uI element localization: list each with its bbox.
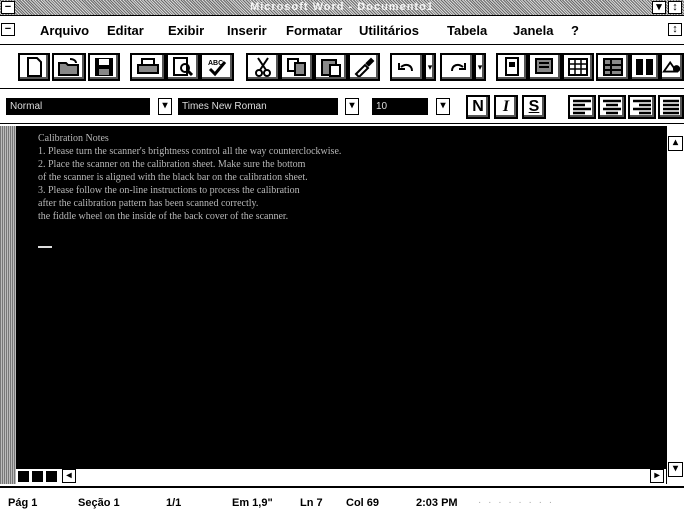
window-title: Microsoft Word - Documento1 <box>250 1 434 13</box>
normal-view-icon[interactable] <box>18 471 29 482</box>
status-bar: Pág 1 Seção 1 1/1 Em 1,9" Ln 7 Col 69 2:… <box>0 486 684 512</box>
paste-icon[interactable] <box>314 53 348 81</box>
insert-frame-icon[interactable] <box>496 53 528 81</box>
drawing-icon[interactable] <box>660 53 684 81</box>
menu-inserir[interactable]: Inserir <box>227 23 267 38</box>
font-size-dropdown-icon[interactable]: ▾ <box>436 98 450 115</box>
align-left-icon[interactable] <box>568 95 596 119</box>
end-of-document-marker <box>38 246 52 248</box>
menu-janela[interactable]: Janela <box>513 23 553 38</box>
outline-view-icon[interactable] <box>46 471 57 482</box>
insert-table-icon[interactable] <box>562 53 594 81</box>
document-area[interactable]: Calibration Notes 1. Please turn the sca… <box>16 126 666 468</box>
insert-excel-icon[interactable] <box>596 53 630 81</box>
status-time: 2:03 PM <box>416 497 458 509</box>
document-line: 1. Please turn the scanner's brightness … <box>38 146 342 157</box>
restore-icon[interactable]: ↕ <box>668 1 682 14</box>
status-column: Col 69 <box>346 497 380 509</box>
document-text: Calibration Notes 1. Please turn the sca… <box>38 132 341 223</box>
document-line: after the calibration pattern has been s… <box>38 198 259 209</box>
menu-formatar[interactable]: Formatar <box>286 23 342 38</box>
redo-dropdown-icon[interactable]: ▾ <box>474 53 486 81</box>
document-line: the fiddle wheel on the inside of the ba… <box>38 211 289 222</box>
copy-icon[interactable] <box>280 53 314 81</box>
redo-icon[interactable] <box>440 53 474 81</box>
document-restore-icon[interactable]: ↕ <box>668 23 682 36</box>
status-section: Seção 1 <box>78 497 120 509</box>
selection-margin <box>0 126 16 484</box>
menu-exibir[interactable]: Exibir <box>168 23 204 38</box>
document-line: 2. Place the scanner on the calibration … <box>38 159 306 170</box>
justify-icon[interactable] <box>658 95 684 119</box>
align-center-icon[interactable] <box>598 95 626 119</box>
columns-icon[interactable] <box>630 53 660 81</box>
menu-arquivo[interactable]: Arquivo <box>40 23 89 38</box>
italic-button[interactable]: I <box>494 95 518 119</box>
menu-tabela[interactable]: Tabela <box>447 23 487 38</box>
new-document-icon[interactable] <box>18 53 50 81</box>
status-position: Em 1,9" <box>232 497 273 509</box>
font-dropdown-icon[interactable]: ▾ <box>345 98 359 115</box>
document-line: of the scanner is aligned with the black… <box>38 172 308 183</box>
print-icon[interactable] <box>130 53 166 81</box>
align-right-icon[interactable] <box>628 95 656 119</box>
status-page-count: 1/1 <box>166 497 182 509</box>
status-line: Ln 7 <box>300 497 323 509</box>
font-size-combo[interactable]: 10 <box>372 98 428 115</box>
format-painter-icon[interactable] <box>348 53 380 81</box>
insert-address-icon[interactable] <box>528 53 562 81</box>
underline-button[interactable]: S <box>522 95 546 119</box>
document-line: Calibration Notes <box>38 133 109 144</box>
undo-dropdown-icon[interactable]: ▾ <box>424 53 436 81</box>
status-page: Pág 1 <box>8 497 38 509</box>
style-dropdown-icon[interactable]: ▾ <box>158 98 172 115</box>
menu-editar[interactable]: Editar <box>107 23 144 38</box>
scroll-left-icon[interactable]: ◂ <box>62 469 76 483</box>
print-preview-icon[interactable] <box>166 53 200 81</box>
minimize-icon[interactable]: ▾ <box>652 1 666 14</box>
status-indicators: · · · · · · · · <box>478 497 555 508</box>
vertical-scrollbar[interactable]: ▴ ▾ <box>666 126 684 484</box>
menu-utilitarios[interactable]: Utilitários <box>359 23 419 38</box>
menu-help[interactable]: ? <box>571 23 579 38</box>
style-combo[interactable]: Normal <box>6 98 150 115</box>
bold-button[interactable]: N <box>466 95 490 119</box>
formatting-toolbar: Normal ▾ Times New Roman ▾ 10 ▾ N I S <box>0 90 684 124</box>
font-combo[interactable]: Times New Roman <box>178 98 338 115</box>
open-folder-icon[interactable] <box>52 53 86 81</box>
menu-bar: − Arquivo Editar Exibir Inserir Formatar… <box>0 17 684 45</box>
page-layout-view-icon[interactable] <box>32 471 43 482</box>
standard-toolbar: ABC ▾ ▾ <box>0 47 684 89</box>
document-menu-icon[interactable]: − <box>1 23 15 36</box>
document-line: 3. Please follow the on-line instruction… <box>38 185 300 196</box>
horizontal-scrollbar[interactable]: ◂ ▸ <box>16 468 666 484</box>
cut-icon[interactable] <box>246 53 280 81</box>
scroll-up-icon[interactable]: ▴ <box>668 136 683 151</box>
scroll-down-icon[interactable]: ▾ <box>668 462 683 477</box>
scroll-right-icon[interactable]: ▸ <box>650 469 664 483</box>
undo-icon[interactable] <box>390 53 424 81</box>
save-disk-icon[interactable] <box>88 53 120 81</box>
title-bar: − Microsoft Word - Documento1 ▾ ↕ <box>0 0 684 16</box>
spell-check-icon[interactable]: ABC <box>200 53 234 81</box>
